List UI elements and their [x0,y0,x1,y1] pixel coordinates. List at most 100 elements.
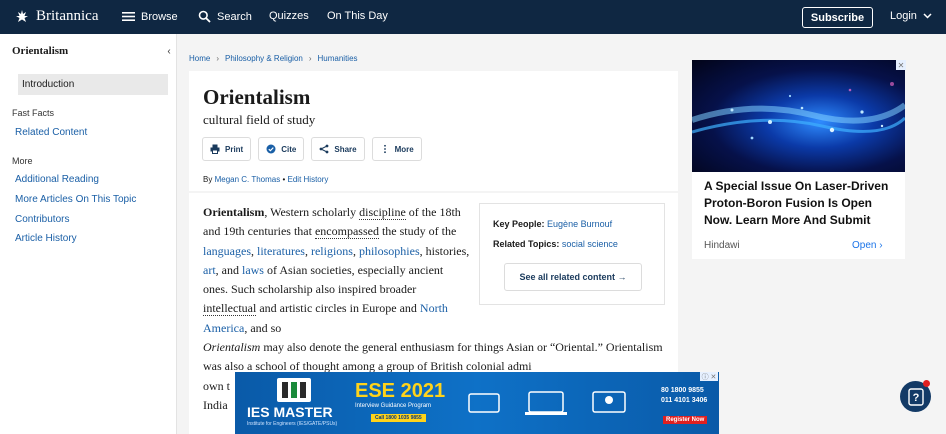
author-link[interactable]: Megan C. Thomas [215,175,281,184]
more-label: More [394,144,414,154]
term-intellectual[interactable]: intellectual [203,301,257,317]
on-this-day-label: On This Day [327,10,388,22]
browse-button[interactable]: Browse [122,10,178,23]
more-button[interactable]: More [371,137,422,161]
share-button[interactable]: Share [311,137,365,161]
page-subtitle: cultural field of study [203,112,316,127]
ad-open-label: Open [852,240,877,251]
laser-particles-image [692,82,905,140]
lead-term: Orientalism [203,205,265,219]
breadcrumb: Home › Philosophy & Religion › Humanitie… [189,54,358,63]
britannica-logo[interactable]: Britannica [14,8,98,25]
banner-tagline: Institute for Engineers (IES/GATE/PSUs) [247,421,338,427]
term-encompassed[interactable]: encompassed [314,224,379,240]
text-run: , and so [244,320,282,335]
notification-dot [923,380,930,387]
breadcrumb-separator: › [308,54,312,63]
page-title: Orientalism [203,85,311,109]
brand-name: Britannica [36,8,99,24]
sidebar-item-introduction[interactable]: Introduction [18,74,168,95]
see-all-related-button[interactable]: See all related content → [504,263,642,291]
text-run: own t [203,378,230,393]
text-run: the study of the [378,224,457,239]
link-art[interactable]: art [203,263,216,277]
share-icon [319,144,329,154]
chevron-down-icon [923,13,932,19]
register-button[interactable]: Register Now [663,416,708,424]
term-discipline[interactable]: discipline [359,205,406,220]
related-topics-link[interactable]: social science [562,239,618,249]
breadcrumb-humanities[interactable]: Humanities [318,54,358,63]
text-run: and artistic circles in Europe and [256,301,420,316]
link-literatures[interactable]: literatures [257,244,305,258]
login-label: Login [890,10,917,22]
link-laws[interactable]: laws [242,263,264,277]
related-topics-label: Related Topics: [493,239,560,249]
cite-label: Cite [281,144,297,154]
byline: By Megan C. Thomas • Edit History [203,175,329,184]
login-button[interactable]: Login [890,10,932,22]
hamburger-icon [122,12,135,21]
banner-illustration-icon [468,391,626,415]
sidebar-item-contributors[interactable]: Contributors [15,214,69,225]
search-icon [198,10,211,23]
key-people-row: Key People: Eugène Burnouf [493,219,612,229]
chevron-right-icon: › [879,240,883,251]
top-nav: Britannica Browse Search Quizzes On This… [0,0,946,34]
ad-headline: A Special Issue On Laser-Driven Proton-B… [704,179,889,227]
chevron-left-icon: ‹ [167,45,171,57]
quick-facts-box: Key People: Eugène Burnouf Related Topic… [479,203,665,305]
fast-facts-heading: Fast Facts [12,108,55,118]
check-badge-icon [266,144,276,154]
key-people-link[interactable]: Eugène Burnouf [547,219,612,229]
italic-term: Orientalism [203,340,261,354]
text-run: , and [215,262,242,277]
related-topics-row: Related Topics: social science [493,239,618,249]
sidebar-item-additional-reading[interactable]: Additional Reading [15,174,99,185]
search-label: Search [217,10,252,23]
sidebar-item-related-content[interactable]: Related Content [15,127,87,138]
ad-image [692,60,905,172]
article-actions: Print Cite Share More [202,137,422,161]
banner-title: ESE 2021 [355,380,446,402]
on-this-day-link[interactable]: On This Day [327,10,388,22]
sidebar-title: Orientalism [12,45,69,57]
link-philosophies[interactable]: philosophies [359,244,420,258]
print-button[interactable]: Print [202,137,252,161]
more-heading: More [12,156,33,166]
ad-close-button[interactable]: ✕ [896,60,906,70]
sponsored-ad[interactable]: A Special Issue On Laser-Driven Proton-B… [692,60,905,259]
quizzes-link[interactable]: Quizzes [269,10,309,22]
key-people-label: Key People: [493,219,545,229]
sidebar-item-more-articles[interactable]: More Articles On This Topic [15,194,136,205]
banner-call: Call 1800 1035 9855 [371,414,426,422]
ad-open-button[interactable]: Open › [852,240,883,251]
banner-program: Interview Guidance Program [355,403,432,409]
breadcrumb-separator: › [216,54,220,63]
phone-1: 80 1800 9855 [661,387,704,394]
collapse-sidebar-button[interactable]: ‹ [160,43,178,59]
sidebar-item-article-history[interactable]: Article History [15,233,77,244]
breadcrumb-home[interactable]: Home [189,54,210,63]
cite-button[interactable]: Cite [258,137,305,161]
svg-text:?: ? [912,392,919,404]
text-run: , Western scholarly [264,205,360,219]
text-run: India [203,397,228,412]
edit-history-link[interactable]: Edit History [288,175,329,184]
banner-ad[interactable]: IES MASTER Institute for Engineers (IES/… [235,372,719,434]
subscribe-button[interactable]: Subscribe [802,7,873,28]
browse-label: Browse [141,10,178,23]
ad-source: Hindawi [704,240,740,251]
quizzes-label: Quizzes [269,10,309,22]
article-sidebar: Orientalism ‹ Introduction Fast Facts Re… [0,34,177,434]
link-languages[interactable]: languages [203,244,251,258]
search-button[interactable]: Search [198,10,252,23]
ies-logo-icon [277,378,311,402]
banner-close-button[interactable]: ⓘ ✕ [700,372,718,381]
article-paragraph: Orientalism, Western scholarly disciplin… [203,203,471,338]
text-run: , histories, [419,243,470,258]
breadcrumb-philosophy[interactable]: Philosophy & Religion [225,54,303,63]
link-religions[interactable]: religions [311,244,353,258]
text-run: may also denote the general enthusiasm f… [203,340,663,374]
byline-prefix: By [203,175,213,184]
